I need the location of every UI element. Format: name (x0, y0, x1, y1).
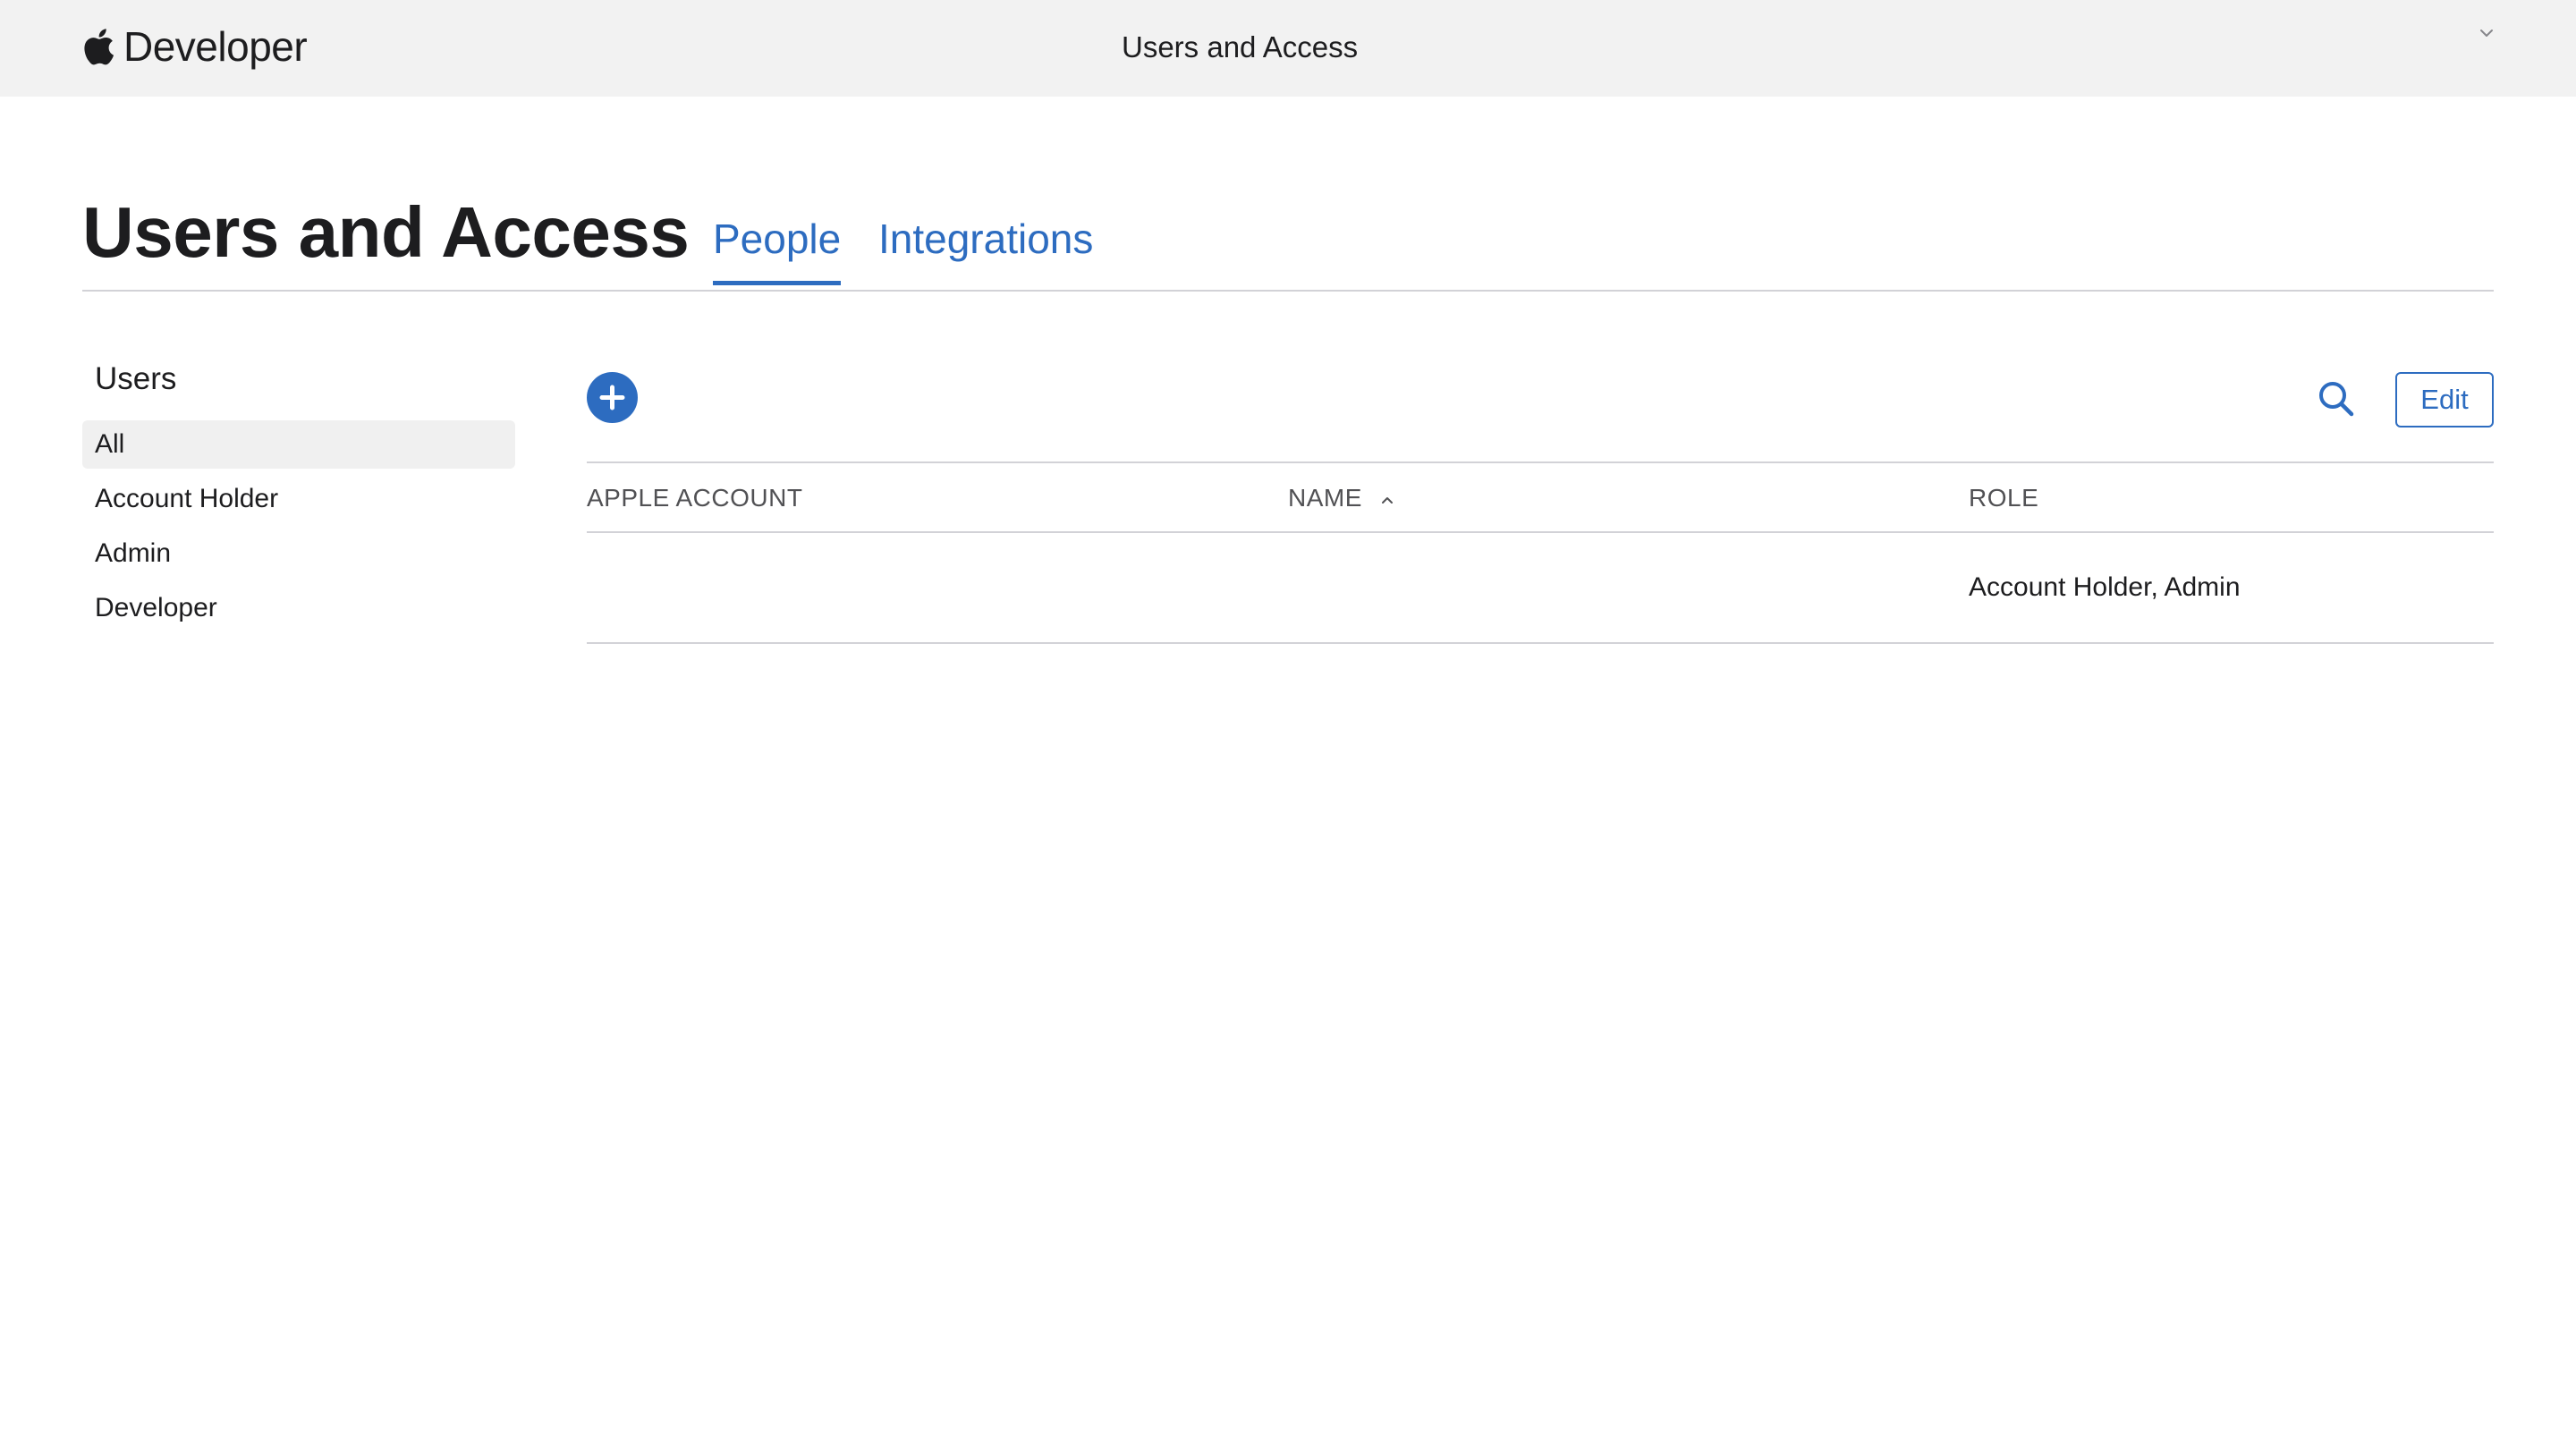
column-header-role[interactable]: ROLE (1969, 463, 2038, 533)
sidebar-item-account-holder[interactable]: Account Holder (82, 475, 515, 523)
chevron-down-icon (2469, 16, 2504, 52)
add-user-button[interactable] (587, 372, 638, 423)
global-nav-bar: Developer Users and Access (0, 0, 2576, 97)
users-table: APPLE ACCOUNT NAME ROLE Account Holder, … (587, 461, 2494, 644)
apple-logo-icon (82, 27, 114, 66)
cell-role: Account Holder, Admin (1969, 572, 2241, 602)
table-row[interactable]: Account Holder, Admin (587, 533, 2494, 644)
account-menu-toggle[interactable] (2469, 16, 2504, 52)
column-header-apple-account[interactable]: APPLE ACCOUNT (587, 463, 802, 533)
nav-section-title: Users and Access (1122, 30, 1359, 63)
table-header-row: APPLE ACCOUNT NAME ROLE (587, 461, 2494, 533)
sidebar-item-developer[interactable]: Developer (82, 584, 515, 632)
column-header-name[interactable]: NAME (1288, 463, 1394, 533)
plus-circle-icon (587, 372, 638, 423)
sidebar-item-admin[interactable]: Admin (82, 529, 515, 578)
chevron-up-icon (1380, 462, 1394, 532)
column-header-name-label: NAME (1288, 484, 1362, 512)
tab-people[interactable]: People (713, 215, 842, 285)
edit-button[interactable]: Edit (2395, 372, 2494, 427)
page-header: Users and Access People Integrations (82, 179, 2494, 292)
page-title: Users and Access (82, 192, 690, 272)
search-button[interactable] (2315, 377, 2358, 420)
sidebar-heading: Users (95, 361, 177, 396)
sidebar-item-all[interactable]: All (82, 420, 515, 469)
developer-home-link[interactable]: Developer (82, 20, 308, 73)
tab-integrations[interactable]: Integrations (878, 215, 1093, 281)
brand-name: Developer (123, 23, 308, 70)
search-icon (2315, 377, 2358, 420)
